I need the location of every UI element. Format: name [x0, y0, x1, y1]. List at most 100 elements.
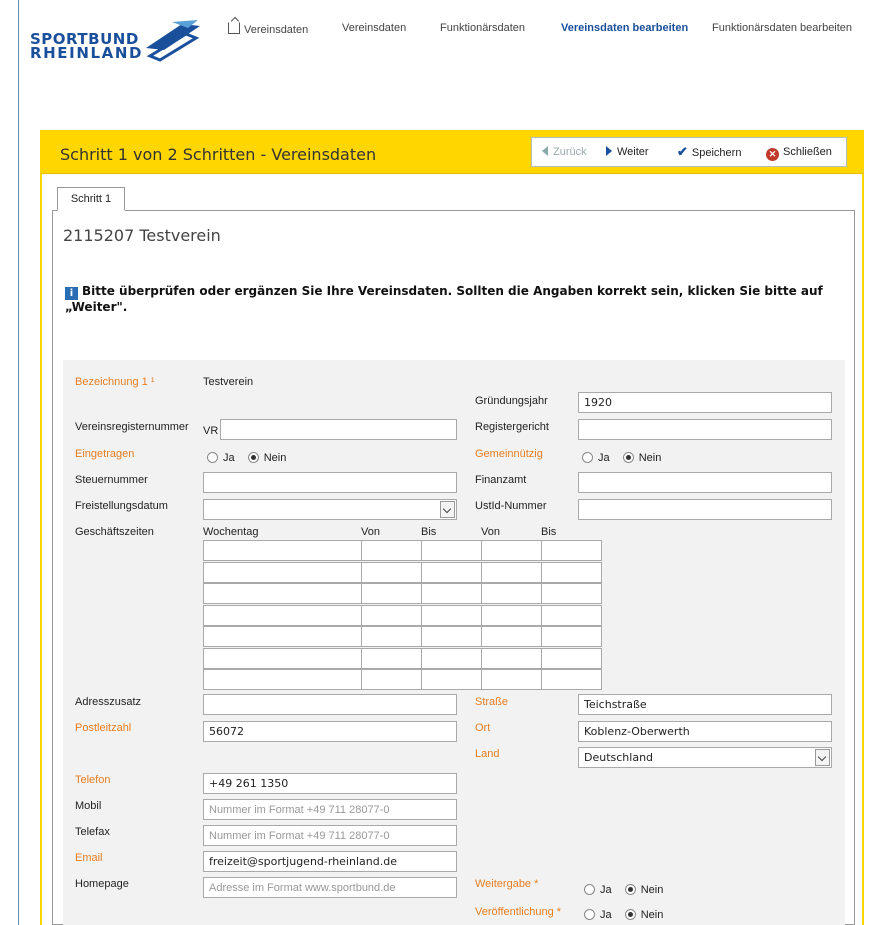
telefon-label: Telefon — [75, 774, 111, 786]
hours-cell-wochentag[interactable] — [203, 626, 362, 647]
hours-cell-bis-1[interactable] — [421, 669, 482, 690]
hours-cell-bis-2[interactable] — [541, 583, 602, 604]
tab-schritt-1[interactable]: Schritt 1 — [57, 187, 125, 211]
veroeffentlichung-ja[interactable]: Ja — [584, 909, 612, 921]
telefon-input[interactable]: +49 261 1350 — [203, 773, 457, 794]
save-button[interactable]: ✔ Speichern — [677, 144, 741, 160]
hours-cell-wochentag[interactable] — [203, 583, 362, 604]
adresszusatz-input[interactable] — [203, 694, 457, 715]
hours-cell-von-1[interactable] — [361, 647, 422, 669]
postleitzahl-input[interactable]: 56072 — [203, 721, 457, 742]
eingetragen-nein[interactable]: Nein — [247, 452, 286, 464]
strasse-label: Straße — [475, 696, 509, 708]
hours-cell-von-1[interactable] — [361, 626, 422, 647]
hours-cell-bis-2[interactable] — [541, 626, 602, 647]
nav-vereinsdaten[interactable]: Vereinsdaten — [342, 22, 406, 34]
hours-cell-bis-1[interactable] — [421, 561, 482, 583]
info-message: i Bitte überprüfen oder ergänzen Sie Ihre… — [65, 284, 825, 315]
hours-cell-wochentag[interactable] — [203, 604, 362, 626]
hours-cell-wochentag[interactable] — [203, 647, 362, 669]
hours-header-von-1: Von — [361, 526, 380, 538]
hours-cell-von-2[interactable] — [481, 626, 542, 647]
email-input[interactable]: freizeit@sportjugend-rheinland.de — [203, 851, 457, 872]
steuernummer-input[interactable] — [203, 472, 457, 493]
freistellungsdatum-select[interactable] — [203, 499, 457, 520]
hours-cell-bis-2[interactable] — [541, 669, 602, 690]
nav-funktionaersdaten[interactable]: Funktionärsdaten — [440, 22, 525, 34]
hours-cell-von-2[interactable] — [481, 583, 542, 604]
telefax-input[interactable]: Nummer im Format +49 711 28077-0 — [203, 825, 457, 846]
gemeinnuetzig-ja[interactable]: Ja — [582, 452, 610, 464]
hours-cell-von-2[interactable] — [481, 540, 542, 561]
postleitzahl-label: Postleitzahl — [75, 722, 132, 734]
bezeichnung-label: Bezeichnung 1 ¹ — [75, 376, 155, 388]
gruendungsjahr-input[interactable]: 1920 — [578, 392, 832, 413]
hours-cell-bis-2[interactable] — [541, 604, 602, 626]
hours-cell-wochentag[interactable] — [203, 540, 362, 561]
chevron-down-icon[interactable] — [815, 749, 830, 766]
wizard-header: Schritt 1 von 2 Schritten - Vereinsdaten… — [40, 130, 864, 174]
sportbund-logo[interactable]: SPORTBUND RHEINLAND — [30, 16, 200, 66]
close-button[interactable]: ✕ Schließen — [766, 146, 832, 161]
back-button[interactable]: Zurück — [542, 146, 587, 158]
hours-cell-bis-1[interactable] — [421, 626, 482, 647]
eingetragen-ja[interactable]: Ja — [207, 452, 235, 464]
hours-cell-bis-1[interactable] — [421, 583, 482, 604]
hours-cell-von-1[interactable] — [361, 669, 422, 690]
hours-cell-von-1[interactable] — [361, 583, 422, 604]
chevron-down-icon[interactable] — [440, 501, 455, 518]
hours-cell-von-2[interactable] — [481, 561, 542, 583]
homepage-input[interactable]: Adresse im Format www.sportbund.de — [203, 877, 457, 898]
gruendungsjahr-label: Gründungsjahr — [475, 395, 548, 407]
gemeinnuetzig-label: Gemeinnützig — [475, 448, 543, 460]
hours-cell-von-1[interactable] — [361, 561, 422, 583]
nav-vereinsdaten-external[interactable]: Vereinsdaten — [228, 22, 308, 36]
veroeffentlichung-nein[interactable]: Nein — [624, 909, 663, 921]
close-icon: ✕ — [766, 148, 779, 161]
weitergabe-nein[interactable]: Nein — [624, 884, 663, 896]
hours-cell-von-2[interactable] — [481, 669, 542, 690]
ustid-label: UstId-Nummer — [475, 500, 547, 512]
info-icon: i — [65, 287, 78, 300]
mobil-label: Mobil — [75, 800, 102, 812]
hours-cell-bis-2[interactable] — [541, 647, 602, 669]
hours-header-bis-2: Bis — [541, 526, 557, 538]
nav-vereinsdaten-bearbeiten[interactable]: Vereinsdaten bearbeiten — [561, 22, 688, 34]
nav-funktionaersdaten-bearbeiten[interactable]: Funktionärsdaten bearbeiten — [712, 22, 852, 34]
mobil-input[interactable]: Nummer im Format +49 711 28077-0 — [203, 799, 457, 820]
freistellungsdatum-label: Freistellungsdatum — [75, 500, 168, 512]
hours-cell-von-2[interactable] — [481, 647, 542, 669]
hours-cell-bis-1[interactable] — [421, 604, 482, 626]
eingetragen-label: Eingetragen — [75, 448, 135, 460]
checkmark-icon: ✔ — [677, 144, 688, 159]
radio-unchecked-icon — [582, 452, 593, 463]
hours-cell-bis-2[interactable] — [541, 561, 602, 583]
strasse-input[interactable]: Teichstraße — [578, 694, 832, 715]
weitergabe-ja[interactable]: Ja — [584, 884, 612, 896]
ort-input[interactable]: Koblenz-Oberwerth — [578, 721, 832, 742]
logo-line2: RHEINLAND — [30, 44, 144, 62]
vereinsregisternummer-input[interactable] — [220, 419, 457, 440]
land-label: Land — [475, 748, 500, 760]
hours-cell-wochentag[interactable] — [203, 669, 362, 690]
land-select[interactable]: Deutschland — [578, 747, 832, 768]
hours-cell-bis-1[interactable] — [421, 647, 482, 669]
vereinsregisternummer-label: Vereinsregisternummer — [75, 421, 189, 433]
veroeffentlichung-label: Veröffentlichung * — [475, 906, 562, 918]
hours-cell-bis-1[interactable] — [421, 540, 482, 561]
gemeinnuetzig-nein[interactable]: Nein — [622, 452, 661, 464]
next-button[interactable]: Weiter — [606, 146, 649, 158]
registergericht-input[interactable] — [578, 419, 832, 440]
arrow-left-icon — [542, 146, 548, 156]
hours-cell-bis-2[interactable] — [541, 540, 602, 561]
ustid-input[interactable] — [578, 499, 832, 520]
radio-checked-icon — [622, 452, 634, 463]
radio-unchecked-icon — [584, 884, 595, 895]
gemeinnuetzig-radio-group: Ja Nein — [582, 452, 671, 464]
hours-cell-von-1[interactable] — [361, 540, 422, 561]
telefax-label: Telefax — [75, 826, 110, 838]
finanzamt-input[interactable] — [578, 472, 832, 493]
hours-cell-von-1[interactable] — [361, 604, 422, 626]
hours-cell-wochentag[interactable] — [203, 561, 362, 583]
hours-cell-von-2[interactable] — [481, 604, 542, 626]
